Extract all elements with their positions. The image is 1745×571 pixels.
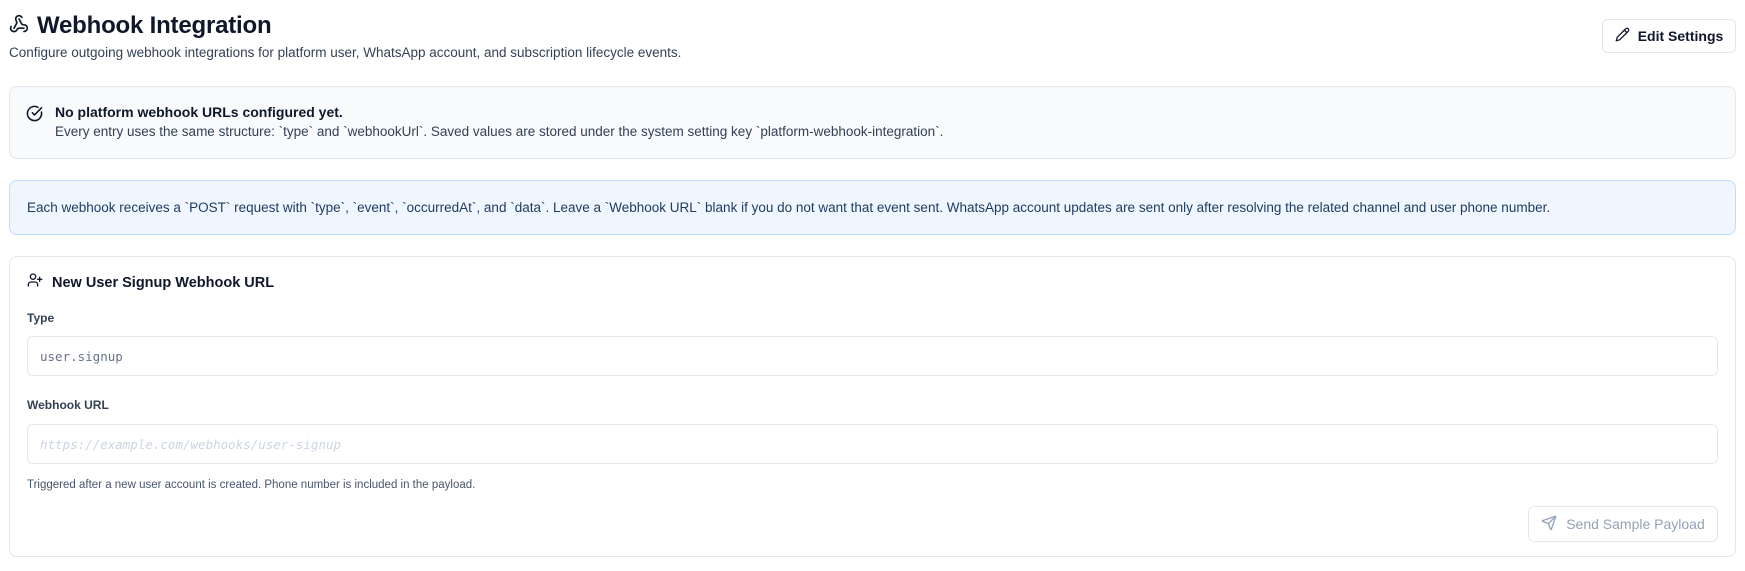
config-status-notice: No platform webhook URLs configured yet.… (9, 86, 1736, 159)
check-circle-icon (26, 103, 43, 158)
card-title: New User Signup Webhook URL (52, 274, 275, 291)
notice-description: Every entry uses the same structure: `ty… (55, 124, 944, 139)
notice-body: No platform webhook URLs configured yet.… (55, 103, 943, 158)
send-sample-payload-button[interactable]: Send Sample Payload (1528, 506, 1718, 542)
type-value: user.signup (40, 348, 123, 364)
page-header: Webhook Integration Configure outgoing w… (9, 11, 1736, 61)
notice-title: No platform webhook URLs configured yet. (55, 104, 343, 120)
send-sample-payload-label: Send Sample Payload (1566, 516, 1705, 532)
card-header: New User Signup Webhook URL (27, 272, 274, 293)
info-text: Each webhook receives a `POST` request w… (27, 200, 1551, 215)
webhook-info-banner: Each webhook receives a `POST` request w… (9, 180, 1736, 235)
webhook-url-label: Webhook URL (27, 398, 109, 412)
webhook-url-input[interactable]: https://example.com/webhooks/user-signup (27, 424, 1718, 464)
webhook-url-placeholder: https://example.com/webhooks/user-signup (40, 436, 342, 452)
edit-settings-button[interactable]: Edit Settings (1602, 19, 1736, 53)
page-title: Webhook Integration (37, 12, 272, 39)
user-signup-webhook-card: New User Signup Webhook URL Type user.si… (9, 256, 1736, 557)
title-row: Webhook Integration (9, 11, 1736, 41)
send-icon (1541, 515, 1557, 534)
type-label: Type (27, 311, 55, 325)
pencil-icon (1615, 27, 1630, 45)
type-field[interactable]: user.signup (27, 336, 1718, 376)
edit-settings-label: Edit Settings (1637, 28, 1724, 44)
page-subtitle: Configure outgoing webhook integrations … (9, 45, 682, 60)
user-plus-icon (27, 272, 43, 293)
webhook-icon (9, 14, 29, 39)
webhook-hint: Triggered after a new user account is cr… (27, 479, 476, 491)
